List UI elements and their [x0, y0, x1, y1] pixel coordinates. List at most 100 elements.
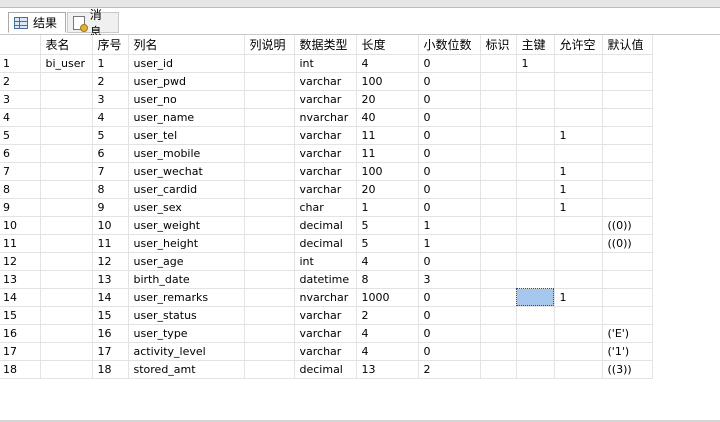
table-row[interactable]: 16 16 user_type varchar 4 0 ('E')	[0, 324, 653, 343]
grid-cell[interactable]: user_weight	[128, 216, 245, 235]
grid-cell[interactable]	[40, 198, 93, 217]
grid-cell[interactable]: 16	[92, 324, 129, 343]
grid-cell[interactable]: 0	[418, 54, 481, 73]
grid-cell[interactable]	[516, 144, 555, 163]
grid-cell[interactable]: 4	[356, 324, 419, 343]
grid-cell[interactable]	[602, 198, 653, 217]
table-row[interactable]: 1 bi_user 1 user_id int 4 0 1	[0, 54, 653, 73]
table-row[interactable]: 13 13 birth_date datetime 8 3	[0, 270, 653, 289]
grid-cell[interactable]: user_no	[128, 90, 245, 109]
grid-cell[interactable]	[602, 90, 653, 109]
row-number[interactable]: 8	[0, 180, 41, 199]
grid-cell[interactable]: 100	[356, 72, 419, 91]
grid-cell[interactable]	[554, 360, 603, 379]
grid-cell[interactable]	[244, 72, 295, 91]
grid-cell[interactable]: 1	[554, 126, 603, 145]
grid-cell[interactable]	[244, 342, 295, 361]
grid-cell[interactable]	[480, 360, 517, 379]
grid-cell[interactable]: 4	[356, 252, 419, 271]
column-header[interactable]: 序号	[92, 35, 129, 55]
grid-cell[interactable]	[480, 144, 517, 163]
grid-cell[interactable]: varchar	[294, 342, 357, 361]
grid-cell[interactable]	[40, 90, 93, 109]
row-number[interactable]: 15	[0, 306, 41, 325]
grid-cell[interactable]	[244, 234, 295, 253]
grid-cell[interactable]	[480, 324, 517, 343]
grid-cell[interactable]	[602, 270, 653, 289]
grid-cell[interactable]: user_pwd	[128, 72, 245, 91]
row-number[interactable]: 6	[0, 144, 41, 163]
grid-cell[interactable]: 1	[92, 54, 129, 73]
row-number[interactable]: 10	[0, 216, 41, 235]
grid-cell[interactable]	[40, 342, 93, 361]
grid-cell[interactable]	[480, 234, 517, 253]
grid-cell[interactable]: 1	[554, 288, 603, 307]
table-row[interactable]: 5 5 user_tel varchar 11 0 1	[0, 126, 653, 145]
grid-cell[interactable]: user_sex	[128, 198, 245, 217]
grid-cell[interactable]	[244, 108, 295, 127]
table-row[interactable]: 12 12 user_age int 4 0	[0, 252, 653, 271]
grid-cell[interactable]: 0	[418, 90, 481, 109]
grid-cell[interactable]	[244, 252, 295, 271]
row-number[interactable]: 18	[0, 360, 41, 379]
results-grid[interactable]: 表名 序号 列名 列说明 数据类型 长度 小数位数 标识 主键 允许空 默认值 1 bi_user 1 u…	[0, 35, 720, 422]
grid-cell[interactable]: 18	[92, 360, 129, 379]
grid-cell[interactable]: user_type	[128, 324, 245, 343]
grid-cell[interactable]: user_cardid	[128, 180, 245, 199]
grid-cell[interactable]	[554, 108, 603, 127]
grid-cell[interactable]	[480, 216, 517, 235]
corner-cell[interactable]	[0, 35, 41, 55]
grid-cell[interactable]: 4	[356, 54, 419, 73]
grid-cell[interactable]	[516, 324, 555, 343]
grid-cell[interactable]: 0	[418, 108, 481, 127]
grid-cell[interactable]: 9	[92, 198, 129, 217]
grid-cell[interactable]	[516, 180, 555, 199]
grid-cell[interactable]	[516, 306, 555, 325]
grid-cell[interactable]: 1	[516, 54, 555, 73]
grid-cell[interactable]	[516, 72, 555, 91]
column-header[interactable]: 主键	[516, 35, 555, 55]
grid-cell[interactable]: user_remarks	[128, 288, 245, 307]
table-row[interactable]: 3 3 user_no varchar 20 0	[0, 90, 653, 109]
grid-cell[interactable]: 2	[356, 306, 419, 325]
grid-cell[interactable]	[40, 108, 93, 127]
grid-cell[interactable]	[602, 180, 653, 199]
grid-cell[interactable]: decimal	[294, 234, 357, 253]
grid-cell[interactable]	[554, 216, 603, 235]
row-number[interactable]: 11	[0, 234, 41, 253]
grid-cell[interactable]: 0	[418, 126, 481, 145]
grid-cell[interactable]: 11	[92, 234, 129, 253]
grid-cell[interactable]: 20	[356, 90, 419, 109]
grid-cell[interactable]	[480, 162, 517, 181]
grid-cell[interactable]	[602, 162, 653, 181]
grid-cell[interactable]	[602, 144, 653, 163]
grid-cell[interactable]: 0	[418, 342, 481, 361]
grid-cell[interactable]	[554, 324, 603, 343]
grid-cell[interactable]: 0	[418, 252, 481, 271]
grid-cell[interactable]	[602, 108, 653, 127]
grid-cell[interactable]	[516, 90, 555, 109]
grid-cell[interactable]	[244, 144, 295, 163]
grid-cell[interactable]: user_name	[128, 108, 245, 127]
column-header[interactable]: 数据类型	[294, 35, 357, 55]
grid-cell[interactable]	[602, 252, 653, 271]
grid-cell-selected[interactable]	[516, 288, 555, 307]
grid-cell[interactable]	[554, 72, 603, 91]
table-row[interactable]: 6 6 user_mobile varchar 11 0	[0, 144, 653, 163]
grid-cell[interactable]: birth_date	[128, 270, 245, 289]
table-row[interactable]: 15 15 user_status varchar 2 0	[0, 306, 653, 325]
grid-cell[interactable]: int	[294, 252, 357, 271]
grid-cell[interactable]: char	[294, 198, 357, 217]
grid-cell[interactable]	[244, 306, 295, 325]
grid-cell[interactable]: 1	[554, 180, 603, 199]
grid-cell[interactable]	[516, 198, 555, 217]
grid-cell[interactable]: 11	[356, 126, 419, 145]
grid-cell[interactable]: ('1')	[602, 342, 653, 361]
grid-cell[interactable]: 5	[356, 234, 419, 253]
grid-cell[interactable]	[480, 306, 517, 325]
grid-cell[interactable]: 6	[92, 144, 129, 163]
grid-cell[interactable]	[480, 198, 517, 217]
grid-cell[interactable]	[480, 180, 517, 199]
grid-cell[interactable]: user_mobile	[128, 144, 245, 163]
grid-cell[interactable]	[244, 360, 295, 379]
